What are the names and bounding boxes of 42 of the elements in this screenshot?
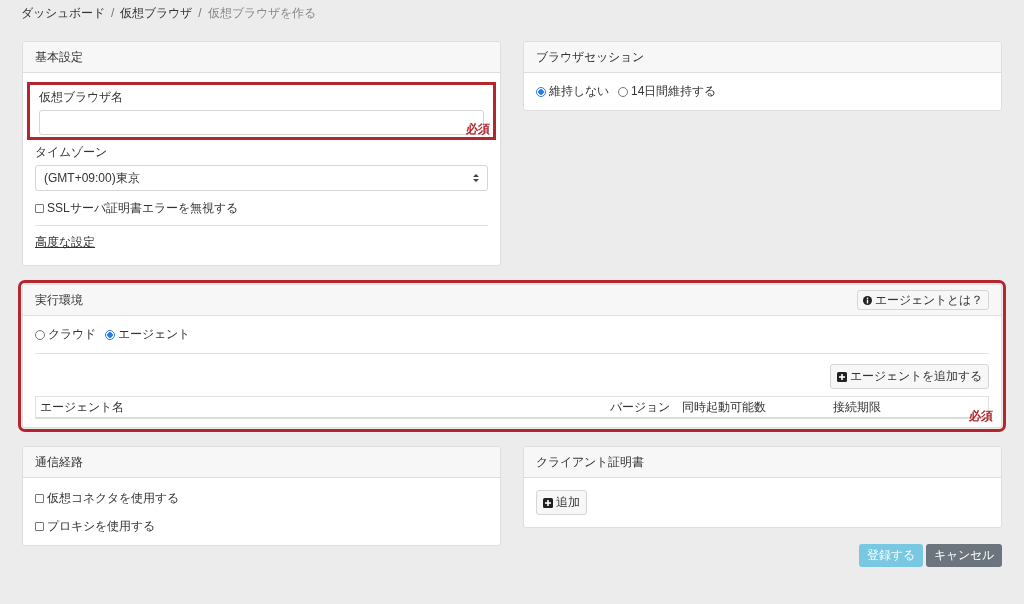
advanced-settings-link[interactable]: 高度な設定 bbox=[35, 235, 95, 249]
radio-label: 維持しない bbox=[549, 83, 609, 100]
checkbox[interactable] bbox=[35, 204, 44, 213]
breadcrumb-link[interactable]: ダッシュボード bbox=[21, 4, 105, 22]
card-title: 基本設定 bbox=[35, 48, 83, 66]
breadcrumb-separator: / bbox=[111, 6, 115, 20]
radio-button[interactable] bbox=[536, 86, 546, 97]
required-note: 必須 bbox=[466, 121, 490, 138]
card-title: ブラウザセッション bbox=[536, 48, 644, 66]
column-header: バージョン bbox=[610, 398, 671, 416]
add-agent-button[interactable]: エージェントを追加する bbox=[830, 364, 989, 389]
field-label: タイムゾーン bbox=[35, 144, 108, 161]
checkbox[interactable] bbox=[35, 494, 44, 503]
help-button[interactable]: エージェントとは？ bbox=[857, 290, 989, 310]
required-note: 必須 bbox=[969, 408, 993, 425]
checkbox-label: プロキシを使用する bbox=[47, 518, 155, 535]
checkbox-label: SSLサーバ証明書エラーを無視する bbox=[47, 200, 238, 217]
radio-button[interactable] bbox=[35, 329, 45, 340]
breadcrumb-separator: / bbox=[198, 6, 202, 20]
add-button[interactable]: 追加 bbox=[536, 490, 587, 515]
select-value: (GMT+09:00)東京 bbox=[44, 169, 140, 187]
info-icon bbox=[863, 295, 872, 305]
cancel-button[interactable]: キャンセル bbox=[926, 544, 1002, 567]
radio-label: 14日間維持する bbox=[631, 83, 717, 100]
radio-label: エージェント bbox=[118, 326, 190, 343]
column-header: 同時起動可能数 bbox=[682, 398, 767, 416]
card-title: 実行環境 bbox=[35, 291, 83, 309]
radio-button[interactable] bbox=[618, 86, 628, 97]
checkbox-label: 仮想コネクタを使用する bbox=[47, 490, 179, 507]
column-header: エージェント名 bbox=[40, 398, 125, 416]
radio-label: クラウド bbox=[48, 326, 96, 343]
breadcrumb-link[interactable]: 仮想ブラウザ bbox=[120, 4, 193, 22]
card-title: 通信経路 bbox=[35, 453, 83, 471]
card-title: クライアント証明書 bbox=[536, 453, 644, 471]
sort-arrows-icon bbox=[473, 174, 479, 182]
field-label: 仮想ブラウザ名 bbox=[39, 89, 124, 106]
timezone-select[interactable]: (GMT+09:00)東京 bbox=[35, 165, 488, 191]
plus-square-icon bbox=[837, 371, 847, 382]
checkbox[interactable] bbox=[35, 522, 44, 531]
radio-button[interactable] bbox=[105, 329, 115, 340]
plus-square-icon bbox=[543, 497, 553, 508]
breadcrumb-current: 仮想ブラウザを作る bbox=[207, 4, 316, 22]
